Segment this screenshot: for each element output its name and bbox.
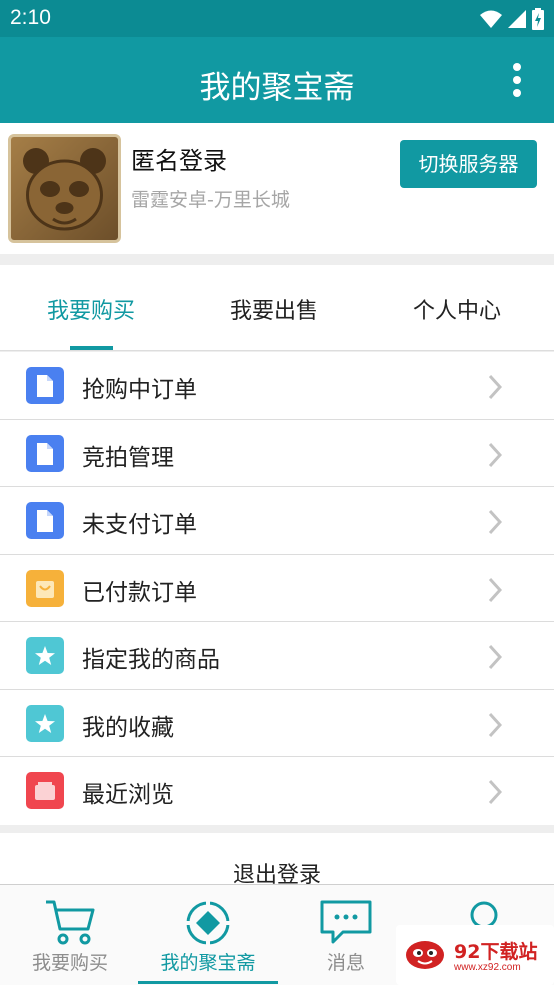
menu-item-designated-goods[interactable]: 指定我的商品 bbox=[0, 622, 554, 690]
tab-buy[interactable]: 我要购买 bbox=[1, 293, 181, 325]
panda-avatar-icon bbox=[23, 148, 106, 231]
menu-item-paid-orders[interactable]: 已付款订单 bbox=[0, 555, 554, 622]
tab-bar: 我要购买 我要出售 个人中心 bbox=[0, 265, 554, 351]
menu-item-label: 未支付订单 bbox=[82, 512, 197, 538]
switch-server-button[interactable]: 切换服务器 bbox=[400, 140, 537, 188]
signal-icon bbox=[508, 10, 526, 28]
page-title: 我的聚宝斋 bbox=[199, 70, 355, 106]
logout-button[interactable]: 退出登录 bbox=[0, 833, 554, 888]
tab-indicator bbox=[70, 346, 113, 350]
nav-item-messages[interactable]: 消息 bbox=[276, 885, 416, 985]
more-options-icon[interactable] bbox=[512, 63, 522, 97]
status-icons bbox=[480, 8, 544, 30]
menu-item-label: 竞拍管理 bbox=[82, 444, 174, 471]
server-name: 雷霆安卓-万里长城 bbox=[131, 189, 290, 211]
message-icon bbox=[320, 900, 372, 944]
tab-sell[interactable]: 我要出售 bbox=[184, 293, 364, 325]
profile-card: 匿名登录 雷霆安卓-万里长城 切换服务器 bbox=[0, 123, 554, 254]
chevron-right-icon bbox=[488, 442, 502, 467]
wifi-icon bbox=[480, 10, 502, 28]
menu-item-label: 最近浏览 bbox=[82, 782, 174, 808]
nav-item-buy[interactable]: 我要购买 bbox=[0, 885, 140, 985]
menu-list: 抢购中订单 竞拍管理 未支付订单 已付款订单 指定我的商品 我的收藏 最近浏览 bbox=[0, 352, 554, 825]
chevron-right-icon bbox=[488, 577, 502, 602]
card-icon bbox=[26, 772, 64, 809]
chevron-right-icon bbox=[488, 644, 502, 670]
nav-item-my-treasure[interactable]: 我的聚宝斋 bbox=[138, 885, 278, 985]
chevron-right-icon bbox=[488, 779, 502, 805]
chevron-right-icon bbox=[488, 712, 502, 737]
chevron-right-icon bbox=[488, 374, 502, 400]
nav-active-indicator bbox=[138, 981, 278, 984]
chevron-right-icon bbox=[488, 509, 502, 535]
battery-icon bbox=[532, 8, 544, 30]
menu-item-unpaid-orders[interactable]: 未支付订单 bbox=[0, 487, 554, 555]
tab-personal-center[interactable]: 个人中心 bbox=[367, 293, 547, 325]
watermark-url: www.xz92.com bbox=[454, 962, 521, 973]
star-icon bbox=[26, 637, 64, 674]
status-time: 2:10 bbox=[10, 6, 51, 29]
document-icon bbox=[26, 434, 64, 472]
star-icon bbox=[26, 704, 64, 742]
watermark-title: 92下载站 bbox=[454, 941, 538, 963]
menu-item-label: 指定我的商品 bbox=[82, 647, 220, 673]
menu-item-favorites[interactable]: 我的收藏 bbox=[0, 690, 554, 757]
menu-item-label: 抢购中订单 bbox=[82, 377, 197, 403]
menu-item-rush-orders[interactable]: 抢购中订单 bbox=[0, 352, 554, 420]
nav-label: 消息 bbox=[326, 952, 365, 974]
menu-item-label: 我的收藏 bbox=[82, 714, 174, 741]
cart-icon bbox=[46, 900, 95, 945]
menu-item-auction-management[interactable]: 竞拍管理 bbox=[0, 420, 554, 487]
menu-item-label: 已付款订单 bbox=[82, 579, 197, 606]
status-bar: 2:10 bbox=[0, 0, 554, 37]
bag-icon bbox=[26, 569, 64, 607]
menu-item-recently-viewed[interactable]: 最近浏览 bbox=[0, 757, 554, 825]
avatar[interactable] bbox=[8, 134, 121, 243]
user-name: 匿名登录 bbox=[131, 147, 227, 175]
nav-label: 我的聚宝斋 bbox=[160, 952, 256, 974]
document-icon bbox=[26, 367, 64, 404]
nav-label: 我要购买 bbox=[31, 952, 108, 974]
treasure-icon bbox=[184, 899, 232, 947]
watermark-logo-icon bbox=[406, 941, 444, 969]
document-icon bbox=[26, 502, 64, 539]
watermark-92xz: 92下载站 www.xz92.com bbox=[396, 925, 554, 985]
app-bar: 我的聚宝斋 bbox=[0, 37, 554, 123]
